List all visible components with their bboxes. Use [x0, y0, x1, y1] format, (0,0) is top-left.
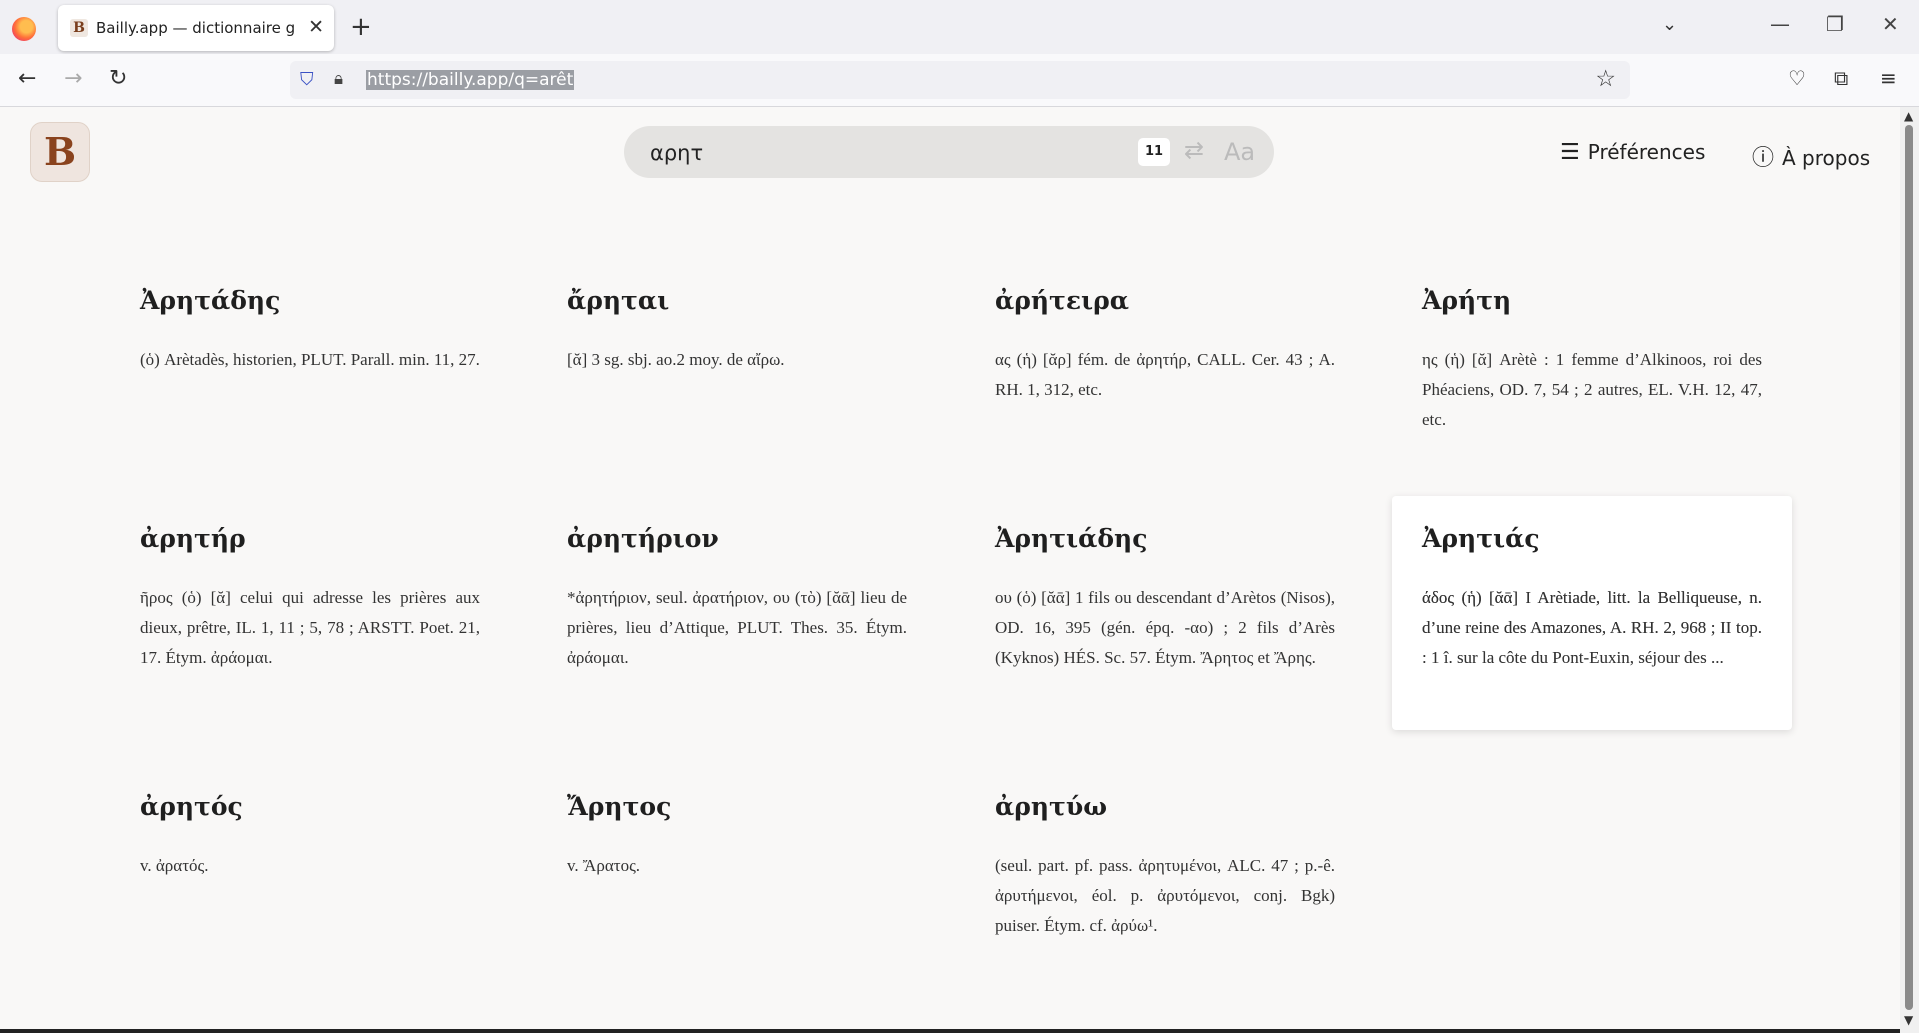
bottom-edge: [0, 1029, 1900, 1033]
entry-headword: Ἀρήτη: [1422, 286, 1512, 315]
preferences-button[interactable]: ☰ Préférences: [1560, 140, 1705, 165]
entry-definition: v. Ἄρατος.: [567, 856, 641, 875]
entry-headword: Ἀρητιάς: [1422, 524, 1540, 553]
restore-icon[interactable]: ❐: [1826, 12, 1844, 36]
entry-card[interactable]: ἀρητήριον *ἀρητήριον, seul. ἀρατήριον, ο…: [567, 524, 907, 673]
entry-definition: *ἀρητήριον, seul. ἀρατήριον, ου (τὸ) [ᾰᾱ…: [567, 588, 907, 667]
entry-headword: ἀρητήρ: [140, 524, 246, 553]
shield-icon[interactable]: ⛉: [300, 69, 314, 90]
entry-card[interactable]: ἀρητός v. ἀρατός.: [140, 792, 480, 881]
entry-card[interactable]: Ἄρητος v. Ἄρατος.: [567, 792, 907, 881]
info-icon: ⓘ: [1752, 146, 1775, 171]
bookmark-star-icon[interactable]: ☆: [1595, 66, 1616, 92]
entry-headword: ἀρήτειρα: [995, 286, 1130, 315]
entry-definition: ης (ἡ) [ᾰ] Arètè : 1 femme d’Alkinoos, r…: [1422, 350, 1762, 429]
tab-title: Bailly.app — dictionnaire grec-français: [96, 19, 296, 37]
url-bar[interactable]: ⛉ 🔒︎ https://bailly.app/q=arêt ☆: [290, 61, 1630, 99]
reload-icon[interactable]: ↻: [109, 66, 127, 91]
case-toggle[interactable]: Aa: [1224, 138, 1255, 166]
entry-card[interactable]: ἀρητύω (seul. part. pf. pass. ἀρητυμένοι…: [995, 792, 1335, 941]
entry-definition: [ᾰ] 3 sg. sbj. ao.2 moy. de αἴρω.: [567, 350, 785, 369]
back-icon[interactable]: ←: [18, 66, 36, 91]
new-tab-icon[interactable]: +: [350, 12, 372, 42]
extensions-icon[interactable]: ⧉: [1834, 66, 1848, 90]
entry-definition: ου (ὁ) [ᾰᾱ] 1 fils ou descendant d’Arèto…: [995, 588, 1335, 667]
navigation-bar: ← → ↻ ⛉ 🔒︎ https://bailly.app/q=arêt ☆ ♡…: [0, 54, 1919, 107]
entry-card[interactable]: ἄρηται [ᾰ] 3 sg. sbj. ao.2 moy. de αἴρω.: [567, 286, 907, 375]
entry-card[interactable]: ἀρήτειρα ας (ἡ) [ᾰρ] fém. de ἀρητήρ, CAL…: [995, 286, 1335, 405]
entry-headword: ἀρητός: [140, 792, 243, 821]
entry-headword: ἀρητύω: [995, 792, 1108, 821]
search-input[interactable]: [648, 134, 1132, 172]
entry-card[interactable]: Ἀρητιάδης ου (ὁ) [ᾰᾱ] 1 fils ou descenda…: [995, 524, 1335, 673]
about-label: À propos: [1782, 146, 1871, 170]
menu-icon[interactable]: ≡: [1880, 66, 1897, 90]
favicon-icon: B: [70, 19, 88, 37]
entry-definition: άδος (ἡ) [ᾰᾱ] I Arètiade, litt. la Belli…: [1422, 583, 1762, 673]
search-bar: 11 ⇄ Aa: [624, 126, 1274, 178]
browser-tab[interactable]: B Bailly.app — dictionnaire grec-françai…: [58, 5, 334, 51]
about-button[interactable]: ⓘ À propos: [1752, 140, 1870, 172]
entry-card[interactable]: Ἀρητάδης (ὁ) Arètadès, historien, PLUT. …: [140, 286, 480, 375]
entry-headword: Ἀρητάδης: [140, 286, 281, 315]
scroll-down-icon[interactable]: ▼: [1904, 1013, 1913, 1027]
scrollbar-thumb[interactable]: [1905, 125, 1913, 1010]
entry-definition: (ὁ) Arètadès, historien, PLUT. Parall. m…: [140, 350, 480, 369]
minimize-icon[interactable]: —: [1770, 12, 1790, 36]
entry-definition: ας (ἡ) [ᾰρ] fém. de ἀρητήρ, CALL. Cer. 4…: [995, 350, 1335, 399]
tab-bar: B Bailly.app — dictionnaire grec-françai…: [0, 0, 1919, 54]
firefox-icon[interactable]: [12, 17, 36, 41]
preferences-label: Préférences: [1587, 140, 1706, 164]
entry-definition: v. ἀρατός.: [140, 856, 209, 875]
sliders-icon: ☰: [1560, 140, 1580, 165]
swap-icon[interactable]: ⇄: [1184, 136, 1204, 164]
entry-definition: ῆρος (ὁ) [ᾰ] celui qui adresse les prièr…: [140, 588, 480, 667]
lock-icon[interactable]: 🔒︎: [334, 69, 343, 89]
entry-headword: ἄρηται: [567, 286, 670, 315]
entry-definition: (seul. part. pf. pass. ἀρητυμένοι, ALC. …: [995, 856, 1335, 935]
scrollbar[interactable]: ▲ ▼: [1900, 107, 1919, 1033]
close-tab-icon[interactable]: ✕: [308, 16, 324, 38]
site-logo[interactable]: B: [30, 122, 90, 182]
entry-card[interactable]: Ἀρήτη ης (ἡ) [ᾰ] Arètè : 1 femme d’Alkin…: [1422, 286, 1762, 435]
url-text[interactable]: https://bailly.app/q=arêt: [366, 70, 575, 90]
entry-headword: Ἀρητιάδης: [995, 524, 1148, 553]
entry-headword: Ἄρητος: [567, 792, 672, 821]
close-window-icon[interactable]: ✕: [1882, 12, 1899, 36]
result-count-badge: 11: [1138, 138, 1170, 166]
entry-headword: ἀρητήριον: [567, 524, 719, 553]
entry-card-hovered[interactable]: Ἀρητιάς άδος (ἡ) [ᾰᾱ] I Arètiade, litt. …: [1392, 496, 1792, 730]
forward-icon[interactable]: →: [64, 66, 82, 91]
scroll-up-icon[interactable]: ▲: [1904, 109, 1913, 123]
entry-card[interactable]: ἀρητήρ ῆρος (ὁ) [ᾰ] celui qui adresse le…: [140, 524, 480, 673]
list-tabs-icon[interactable]: ⌄: [1662, 14, 1677, 35]
pocket-icon[interactable]: ♡: [1788, 66, 1806, 90]
